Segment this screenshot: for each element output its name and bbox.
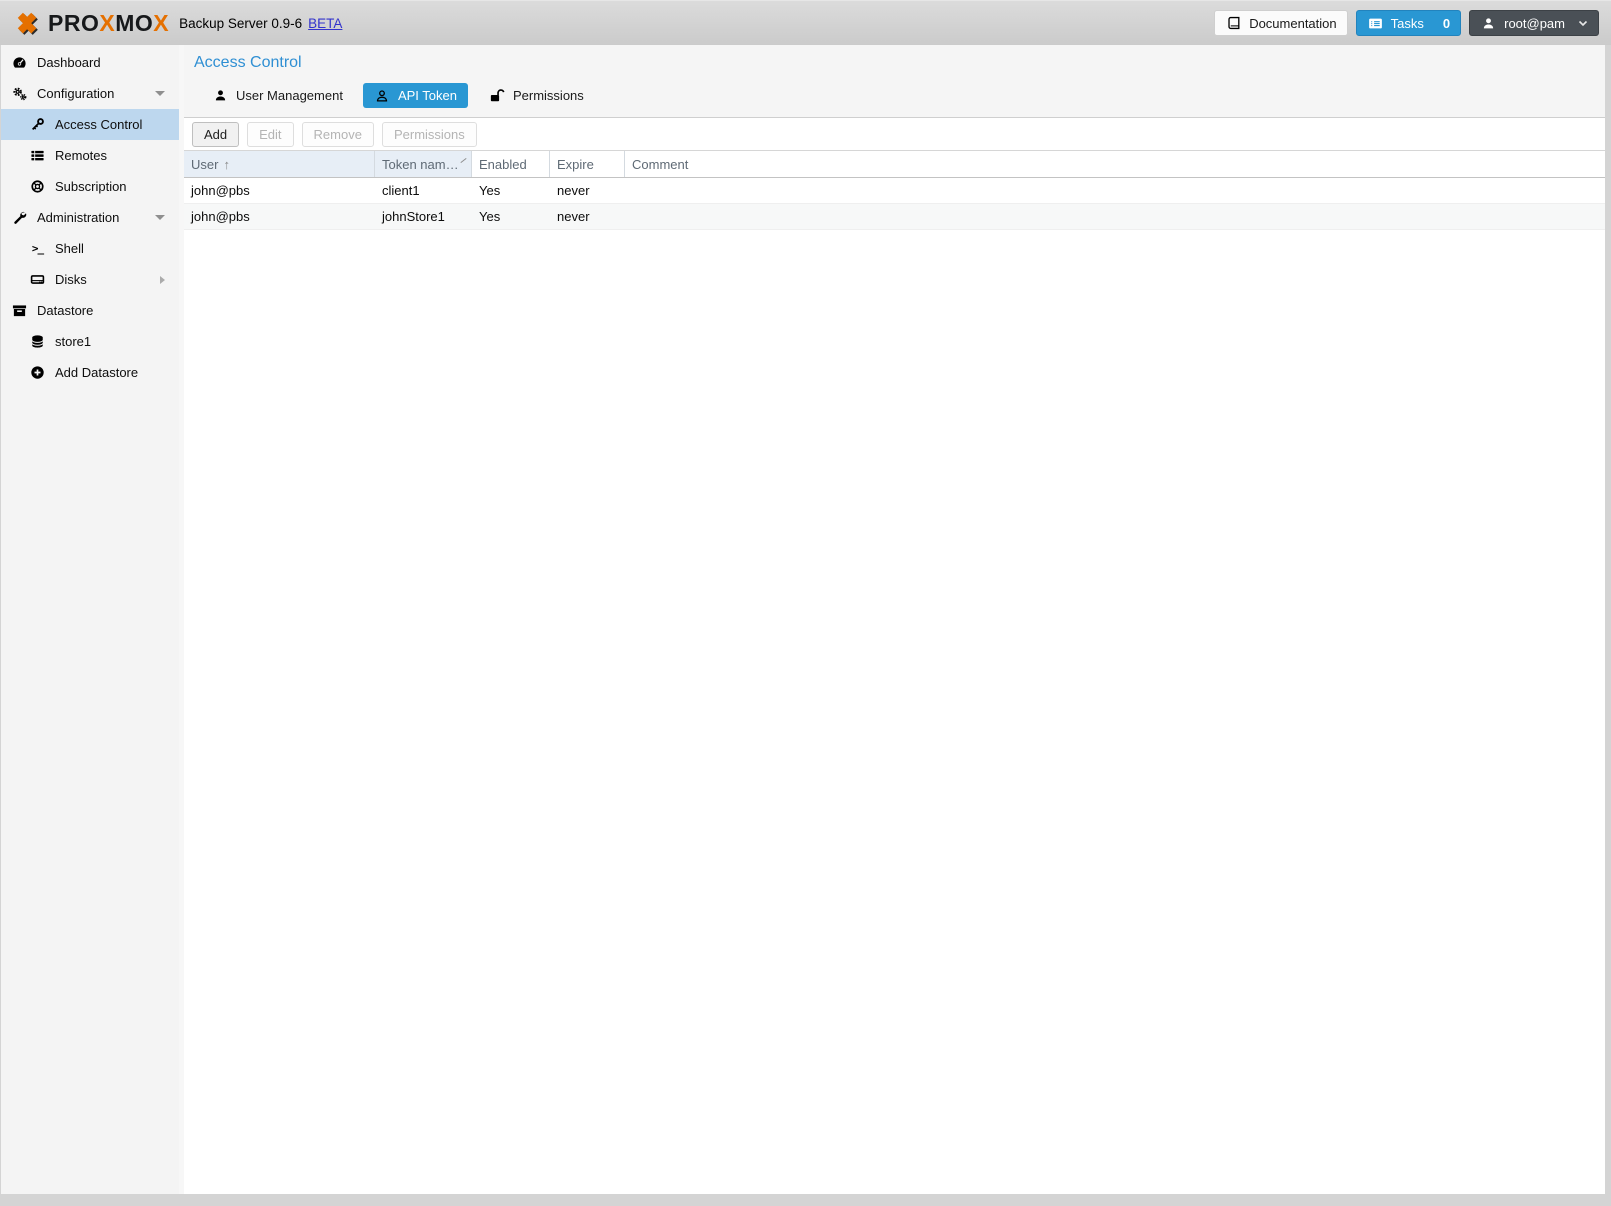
tab-user-management[interactable]: User Management [201,83,354,108]
archive-box-icon [11,303,28,318]
table-row[interactable]: john@pbs johnStore1 Yes never [184,204,1605,230]
caret-right-icon[interactable] [160,276,165,284]
column-header-comment[interactable]: Comment [625,151,1605,177]
tasks-label: Tasks [1391,16,1424,31]
beta-link[interactable]: BETA [308,16,342,31]
tab-permissions[interactable]: Permissions [477,83,595,108]
cell-token: client1 [375,183,472,198]
sidebar-item-label: Subscription [55,179,127,194]
sidebar-item-datastore[interactable]: Datastore [1,295,179,326]
permissions-button[interactable]: Permissions [382,122,477,147]
sidebar-item-label: Shell [55,241,84,256]
sort-ascending-icon: ↑ [223,157,230,172]
remove-button[interactable]: Remove [302,122,374,147]
column-header-expire[interactable]: Expire [550,151,625,177]
product-version: Backup Server 0.9-6 [179,16,302,31]
book-icon [1225,16,1242,30]
sidebar-item-label: Administration [37,210,119,225]
grid-toolbar: Add Edit Remove Permissions [184,118,1605,151]
key-icon [29,117,46,132]
task-list-icon [1367,16,1384,31]
cell-enabled: Yes [472,209,550,224]
documentation-label: Documentation [1249,16,1336,31]
unlock-icon [488,89,506,103]
sidebar-item-subscription[interactable]: Subscription [1,171,179,202]
chevron-down-icon [1578,20,1588,27]
database-icon [29,334,46,349]
sidebar-item-label: store1 [55,334,91,349]
sidebar: Dashboard Configuration [1,45,179,1194]
plus-circle-icon [29,365,46,380]
sidebar-item-dashboard[interactable]: Dashboard [1,47,179,78]
tab-label: API Token [398,88,457,103]
gears-icon [11,86,28,101]
table-empty-area [184,230,1605,1194]
hdd-icon [29,272,46,287]
sidebar-item-add-datastore[interactable]: Add Datastore [1,357,179,388]
sidebar-item-shell[interactable]: >_ Shell [1,233,179,264]
tasks-count-badge: 0 [1443,16,1450,31]
tab-label: Permissions [513,88,584,103]
title-zone: Access Control User Management [184,45,1605,118]
caret-down-icon[interactable] [155,215,165,220]
sidebar-item-label: Access Control [55,117,142,132]
edit-button[interactable]: Edit [247,122,293,147]
user-icon [1480,17,1497,30]
sidebar-item-configuration[interactable]: Configuration [1,78,179,109]
main-panel: Access Control User Management [184,45,1605,1194]
life-ring-icon [29,179,46,194]
tab-label: User Management [236,88,343,103]
remotes-list-icon [29,148,46,163]
cell-token: johnStore1 [375,209,472,224]
cell-user: john@pbs [184,183,375,198]
cell-expire: never [550,209,625,224]
sidebar-item-label: Disks [55,272,87,287]
wrench-icon [11,210,28,225]
cell-expire: never [550,183,625,198]
sidebar-item-label: Configuration [37,86,114,101]
sidebar-item-access-control[interactable]: Access Control [1,109,179,140]
table-row[interactable]: john@pbs client1 Yes never [184,178,1605,204]
tab-bar: User Management API Token [201,83,1595,108]
add-button[interactable]: Add [192,122,239,147]
brand-text: PROXMOX [48,12,169,35]
user-icon [212,89,229,102]
caret-down-icon[interactable] [155,91,165,96]
table-header: User ↑ Token nam… Enabled Expire Comment [184,151,1605,178]
cell-user: john@pbs [184,209,375,224]
column-header-enabled[interactable]: Enabled [472,151,550,177]
sidebar-item-disks[interactable]: Disks [1,264,179,295]
sort-hint-icon [460,157,466,162]
user-outline-icon [374,89,391,103]
tab-api-token[interactable]: API Token [363,83,468,108]
column-header-token-name[interactable]: Token nam… [375,151,472,177]
documentation-button[interactable]: Documentation [1214,10,1347,36]
sidebar-item-administration[interactable]: Administration [1,202,179,233]
user-menu-label: root@pam [1504,16,1565,31]
sidebar-item-label: Datastore [37,303,93,318]
sidebar-item-label: Add Datastore [55,365,138,380]
sidebar-item-label: Remotes [55,148,107,163]
proxmox-x-icon [12,9,42,38]
terminal-icon: >_ [29,242,46,255]
tasks-button[interactable]: Tasks 0 [1356,10,1461,36]
sidebar-item-label: Dashboard [37,55,101,70]
cell-enabled: Yes [472,183,550,198]
dashboard-icon [11,55,28,70]
top-header: PROXMOX Backup Server 0.9-6 BETA Documen… [0,0,1611,45]
page-title: Access Control [194,54,1595,72]
proxmox-logo: PROXMOX [12,9,169,38]
sidebar-item-remotes[interactable]: Remotes [1,140,179,171]
sidebar-item-store1[interactable]: store1 [1,326,179,357]
column-header-user[interactable]: User ↑ [184,151,375,177]
user-menu-button[interactable]: root@pam [1469,10,1599,36]
